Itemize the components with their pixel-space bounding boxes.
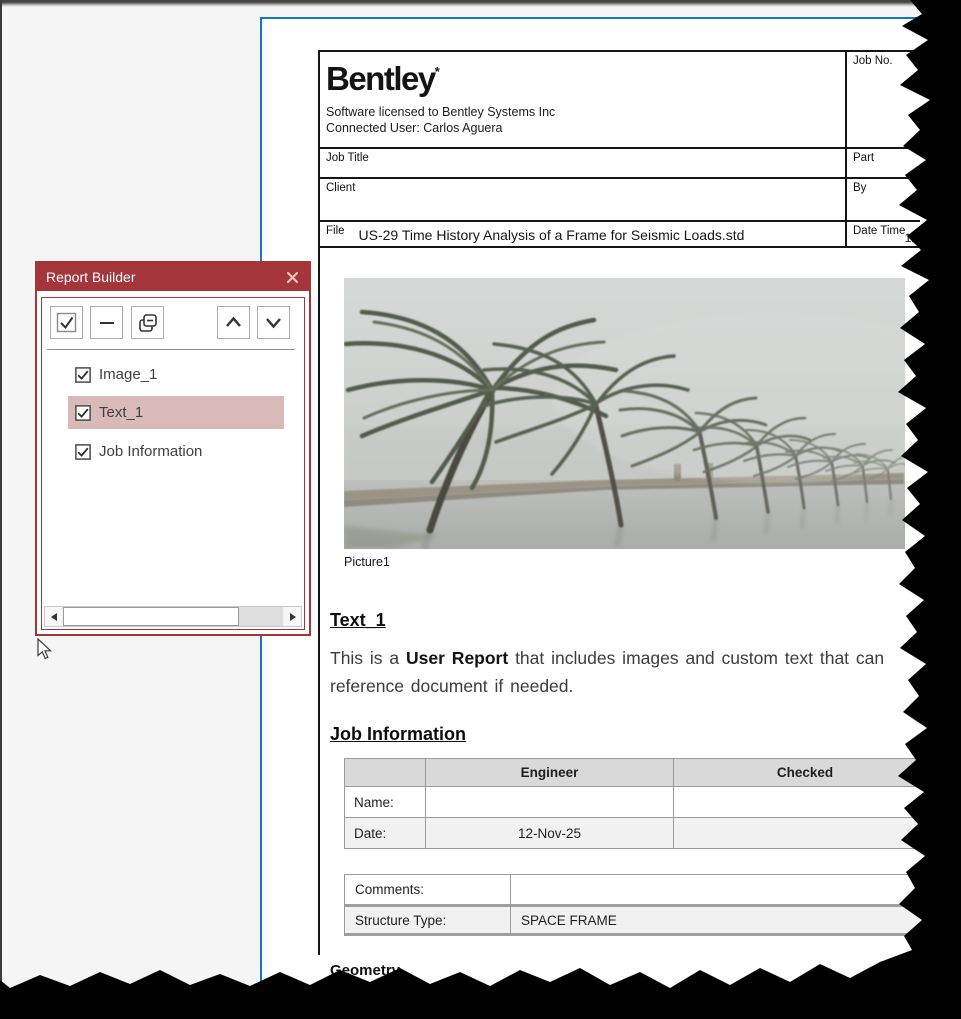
scroll-right-button[interactable] bbox=[284, 607, 301, 626]
horizontal-scrollbar[interactable] bbox=[44, 606, 302, 627]
name-engineer-cell bbox=[425, 786, 673, 817]
list-item-job-information[interactable]: Job Information bbox=[68, 435, 284, 468]
trademark-icon: * bbox=[434, 64, 440, 79]
checkbox-checked-icon[interactable] bbox=[75, 404, 91, 421]
part-cell: Part bbox=[845, 147, 920, 177]
list-item-label: Job Information bbox=[99, 443, 203, 460]
dialog-title-bar[interactable]: Report Builder bbox=[37, 263, 309, 291]
mouse-cursor-icon bbox=[37, 638, 53, 660]
chevron-down-icon bbox=[266, 318, 281, 329]
move-up-button[interactable] bbox=[217, 306, 250, 339]
scrollbar-track[interactable] bbox=[239, 607, 283, 626]
minus-icon bbox=[99, 321, 114, 324]
checkbox-checked-icon[interactable] bbox=[75, 366, 91, 383]
checkbox-checked-icon[interactable] bbox=[75, 443, 91, 460]
window-left-border bbox=[0, 0, 2, 1019]
paragraph-line1: This is a User Report that includes imag… bbox=[330, 648, 885, 668]
client-cell: Client bbox=[320, 177, 845, 220]
checkbox-checked-icon bbox=[56, 312, 77, 333]
job-title-cell: Job Title bbox=[320, 147, 845, 177]
uncheck-all-button[interactable] bbox=[90, 306, 123, 339]
connected-user-line: Connected User: Carlos Aguera bbox=[326, 120, 503, 135]
scroll-left-button[interactable] bbox=[45, 607, 62, 626]
duplicate-button[interactable] bbox=[131, 306, 164, 339]
date-time-value: 12 bbox=[904, 231, 918, 245]
job-no-cell: Job No. bbox=[845, 52, 920, 147]
comments-table: Comments: Structure Type: SPACE FRAME bbox=[344, 874, 936, 936]
list-item-text1[interactable]: Text_1 bbox=[68, 396, 284, 429]
dialog-title: Report Builder bbox=[46, 269, 136, 285]
arrow-right-icon bbox=[289, 612, 296, 621]
date-time-cell: Date Time 12 bbox=[845, 220, 920, 246]
license-line: Software licensed to Bentley Systems Inc bbox=[326, 105, 556, 119]
report-builder-dialog: Report Builder Image_1 Text_1 Job Inform… bbox=[35, 261, 311, 636]
geometry-heading: Geometry bbox=[330, 962, 401, 979]
close-icon[interactable] bbox=[284, 269, 300, 285]
text1-heading: Text_1 bbox=[330, 610, 386, 630]
date-checked-cell bbox=[673, 817, 936, 848]
row-label-date: Date: bbox=[345, 817, 425, 848]
file-cell: File US-29 Time History Analysis of a Fr… bbox=[320, 220, 845, 246]
list-item-image1[interactable]: Image_1 bbox=[68, 358, 284, 391]
check-all-button[interactable] bbox=[50, 306, 83, 339]
by-cell: By bbox=[845, 177, 920, 220]
file-label: File bbox=[326, 225, 345, 237]
job-information-table: Engineer Checked Name: Date: 12-Nov-25 bbox=[344, 758, 936, 849]
arrow-left-icon bbox=[50, 612, 57, 621]
row-label-name: Name: bbox=[345, 786, 425, 817]
paragraph-line2: reference document if needed. bbox=[330, 676, 574, 696]
move-down-button[interactable] bbox=[257, 306, 290, 339]
list-item-label: Text_1 bbox=[99, 404, 144, 421]
row-label-structure-type: Structure Type: bbox=[345, 904, 510, 933]
date-engineer-cell: 12-Nov-25 bbox=[425, 817, 673, 848]
name-checked-cell bbox=[673, 786, 936, 817]
row-label-comments: Comments: bbox=[355, 882, 425, 897]
comments-value bbox=[510, 875, 936, 904]
bentley-logo: Bentley* bbox=[326, 60, 440, 97]
file-name: US-29 Time History Analysis of a Frame f… bbox=[358, 227, 745, 243]
window-top-band bbox=[0, 0, 961, 7]
report-image-palm-trees bbox=[344, 278, 905, 549]
image-caption: Picture1 bbox=[344, 555, 390, 569]
text1-paragraph: This is a User Report that includes imag… bbox=[330, 644, 884, 700]
copy-icon bbox=[138, 313, 157, 332]
toolbar-divider bbox=[47, 349, 295, 350]
dialog-content: Image_1 Text_1 Job Information bbox=[41, 297, 305, 630]
report-header-table: Bentley* Software licensed to Bentley Sy… bbox=[318, 50, 920, 248]
table-header-checked: Checked bbox=[673, 759, 936, 786]
job-information-heading: Job Information bbox=[330, 724, 466, 744]
table-header-blank bbox=[345, 759, 425, 786]
list-item-label: Image_1 bbox=[99, 366, 158, 383]
structure-type-value: SPACE FRAME bbox=[510, 904, 936, 933]
table-header-engineer: Engineer bbox=[425, 759, 673, 786]
scrollbar-thumb[interactable] bbox=[63, 607, 239, 626]
header-logo-cell: Bentley* Software licensed to Bentley Sy… bbox=[320, 52, 845, 147]
chevron-up-icon bbox=[226, 316, 241, 327]
